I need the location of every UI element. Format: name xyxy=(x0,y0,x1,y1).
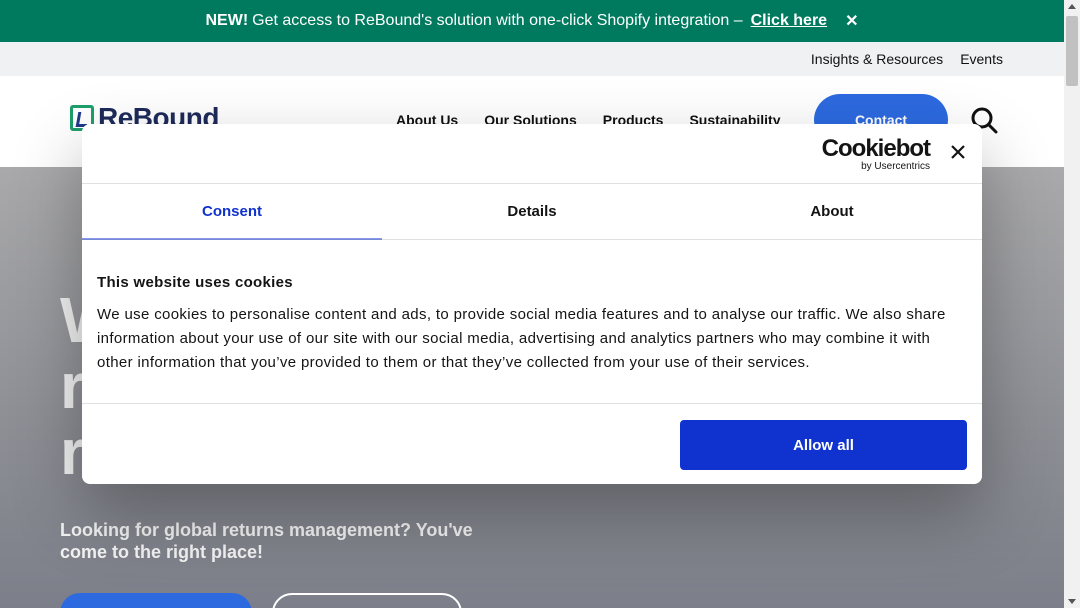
announcement-bar: NEW! Get access to ReBound's solution wi… xyxy=(0,0,1064,42)
close-icon[interactable] xyxy=(950,144,966,160)
tab-consent[interactable]: Consent xyxy=(82,184,382,240)
dialog-heading: This website uses cookies xyxy=(97,274,293,291)
dialog-body: This website uses cookies We use cookies… xyxy=(97,274,967,375)
announcement-close-icon[interactable]: ✕ xyxy=(845,11,858,31)
dialog-header: Cookiebot by Usercentrics xyxy=(82,124,982,184)
cookiebot-logo: Cookiebot by Usercentrics xyxy=(821,135,931,173)
announcement-link[interactable]: Click here xyxy=(751,12,827,30)
hero-secondary-button[interactable] xyxy=(272,593,462,608)
dialog-description: We use cookies to personalise content an… xyxy=(97,306,946,371)
utility-link-events[interactable]: Events xyxy=(960,51,1003,67)
utility-nav: Insights & Resources Events xyxy=(0,42,1064,76)
dialog-footer: Allow all xyxy=(82,403,982,484)
announcement-new-label: NEW! xyxy=(205,12,249,29)
tab-details[interactable]: Details xyxy=(382,184,682,239)
scroll-thumb[interactable] xyxy=(1066,16,1078,86)
utility-link-insights[interactable]: Insights & Resources xyxy=(811,51,943,67)
allow-all-button[interactable]: Allow all xyxy=(680,420,967,470)
hero-subtitle: Looking for global returns management? Y… xyxy=(60,520,473,562)
cookie-consent-dialog: Cookiebot by Usercentrics Consent Detail… xyxy=(82,124,982,484)
cookiebot-byline: by Usercentrics xyxy=(861,161,930,172)
tab-about[interactable]: About xyxy=(682,184,982,239)
cookiebot-name: Cookiebot xyxy=(821,135,931,162)
hero-primary-button[interactable] xyxy=(60,593,252,608)
page-scrollbar[interactable] xyxy=(1064,0,1080,608)
dialog-tabs: Consent Details About xyxy=(82,184,982,240)
scroll-up-arrow-icon[interactable] xyxy=(1068,4,1076,9)
announcement-message: Get access to ReBound's solution with on… xyxy=(252,12,743,29)
scroll-down-arrow-icon[interactable] xyxy=(1068,599,1076,604)
